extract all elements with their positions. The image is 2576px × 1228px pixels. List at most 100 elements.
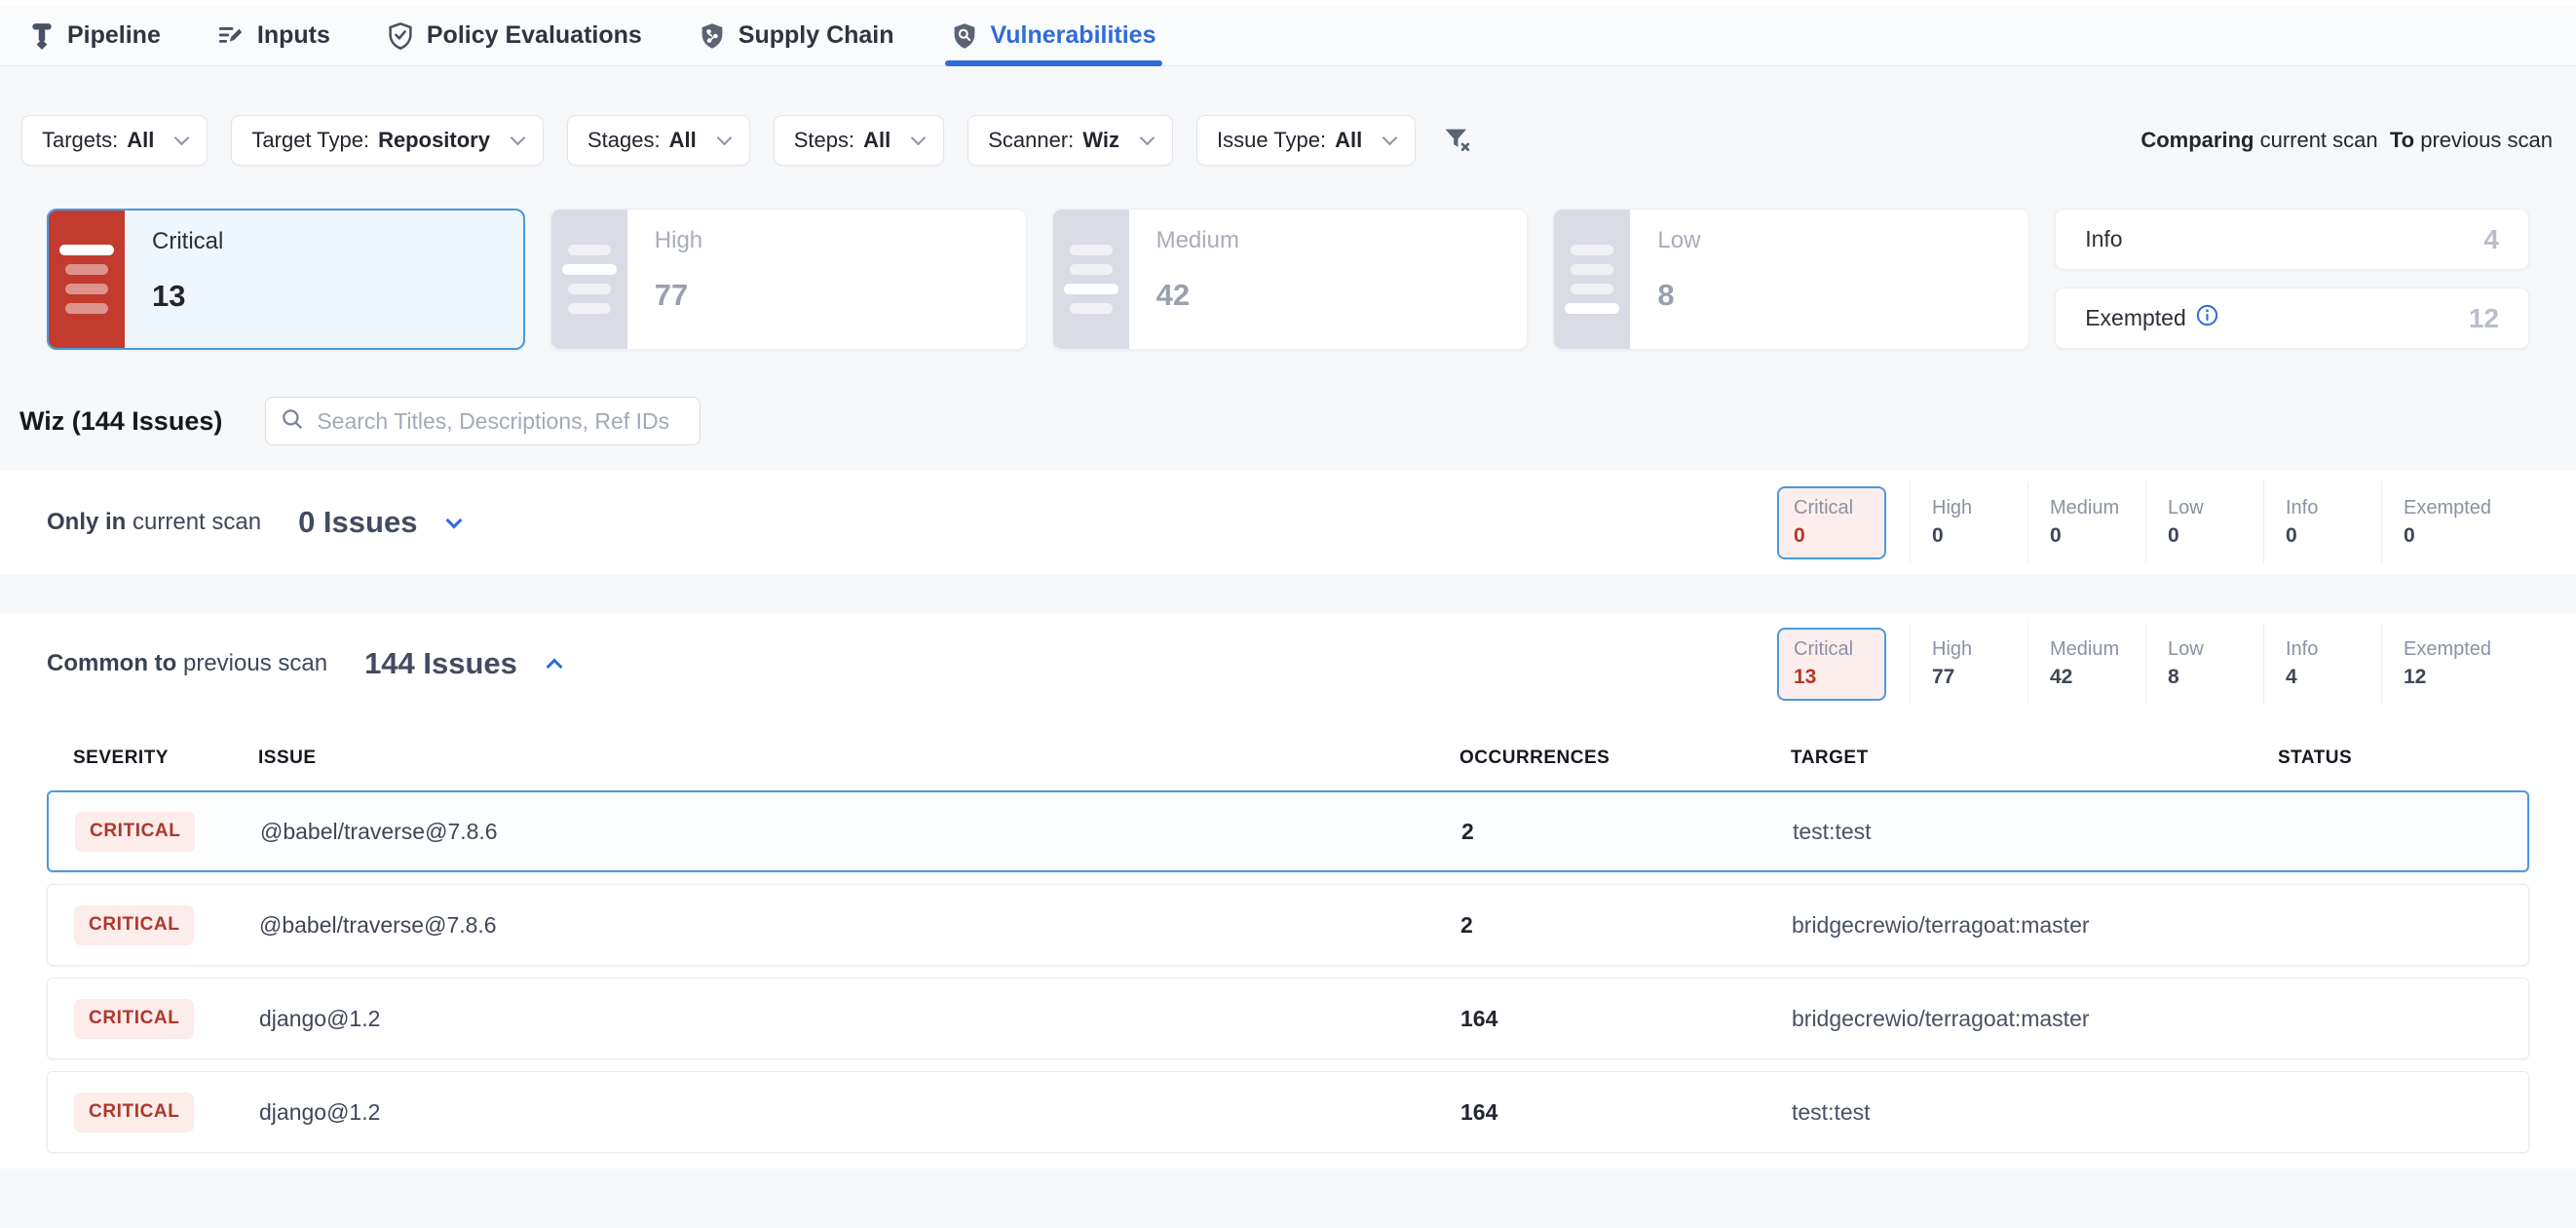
severity-card-low[interactable]: Low 8	[1553, 209, 2029, 350]
chevron-down-icon	[911, 131, 927, 146]
tab-pipeline[interactable]: Pipeline	[29, 6, 161, 65]
comparing-to-bold: To	[2390, 128, 2414, 152]
comparing-text: Comparing current scan To previous scan	[2140, 128, 2553, 153]
target-cell: bridgecrewio/terragoat:master	[1792, 912, 2279, 939]
filter-value: All	[1335, 128, 1362, 153]
count-exempted: Exempted 0	[2381, 481, 2529, 563]
filter-scanner[interactable]: Scanner: Wiz	[967, 115, 1173, 166]
severity-card-count: 13	[152, 279, 223, 314]
severity-card-count: 77	[655, 278, 702, 313]
count-medium: Medium 0	[2027, 481, 2145, 563]
table-row[interactable]: CRITICAL @babel/traverse@7.8.6 2 test:te…	[47, 790, 2529, 872]
severity-card-label: Low	[1657, 227, 1700, 254]
table-row[interactable]: CRITICAL django@1.2 164 test:test	[47, 1071, 2529, 1153]
count-value: 0	[2404, 524, 2529, 548]
severity-card-label: High	[655, 227, 702, 254]
group-issues-toggle[interactable]: 0 Issues	[298, 505, 460, 540]
info-card[interactable]: Info 4	[2055, 209, 2529, 270]
group-title: Only in current scan	[47, 509, 261, 536]
severity-level-icon	[551, 210, 627, 349]
search-box[interactable]	[265, 397, 701, 445]
target-cell: test:test	[1792, 1099, 2279, 1126]
count-label: Critical	[1794, 497, 1884, 519]
chevron-down-icon	[716, 131, 732, 146]
count-critical[interactable]: Critical 0	[1777, 486, 1886, 559]
scanner-header-row: Wiz (144 Issues)	[0, 397, 2576, 445]
count-info: Info 4	[2263, 623, 2381, 705]
severity-card-medium[interactable]: Medium 42	[1052, 209, 1529, 350]
count-value: 4	[2286, 666, 2381, 689]
target-cell: bridgecrewio/terragoat:master	[1792, 1006, 2279, 1032]
table-row[interactable]: CRITICAL @babel/traverse@7.8.6 2 bridgec…	[47, 884, 2529, 966]
filter-targets[interactable]: Targets: All	[21, 115, 208, 166]
group-issues-count: 0 Issues	[298, 505, 417, 540]
tab-policy-evaluations[interactable]: Policy Evaluations	[387, 6, 642, 65]
count-label: Low	[2168, 497, 2263, 519]
exempted-card-count: 12	[2469, 303, 2499, 334]
pipeline-icon	[29, 22, 55, 50]
issue-cell: django@1.2	[259, 1006, 1460, 1032]
tab-label: Supply Chain	[739, 21, 894, 50]
group-title-scope: current scan	[133, 509, 261, 535]
chevron-down-icon	[174, 131, 190, 146]
severity-level-icon	[1053, 210, 1129, 349]
vulnerabilities-page: Pipeline Inputs Policy Evaluations Suppl…	[0, 0, 2576, 1228]
count-label: Info	[2286, 497, 2381, 519]
group-issues-toggle[interactable]: 144 Issues	[364, 646, 560, 681]
chevron-down-icon	[511, 131, 526, 146]
count-value: 8	[2168, 666, 2263, 689]
filter-target-type[interactable]: Target Type: Repository	[231, 115, 544, 166]
filter-stages[interactable]: Stages: All	[567, 115, 750, 166]
exempted-card[interactable]: Exempted 12	[2055, 288, 2529, 349]
group-issues-count: 144 Issues	[364, 646, 517, 681]
issue-cell: django@1.2	[259, 1099, 1460, 1126]
severity-card-high[interactable]: High 77	[550, 209, 1027, 350]
table-row[interactable]: CRITICAL django@1.2 164 bridgecrewio/ter…	[47, 978, 2529, 1059]
occurrences-cell: 164	[1460, 1006, 1792, 1032]
count-low: Low 8	[2145, 623, 2263, 705]
severity-card-critical[interactable]: Critical 13	[47, 209, 525, 350]
count-exempted: Exempted 12	[2381, 623, 2529, 705]
filter-value: All	[863, 128, 890, 153]
policy-shield-check-icon	[387, 21, 414, 51]
severity-badge: CRITICAL	[74, 905, 194, 945]
search-input[interactable]	[317, 408, 686, 435]
filter-row: Targets: All Target Type: Repository Sta…	[0, 115, 2576, 166]
side-cards-column: Info 4 Exempted 12	[2055, 209, 2529, 350]
comparing-current: current scan	[2260, 128, 2378, 152]
info-icon[interactable]	[2196, 304, 2218, 332]
count-value: 0	[2286, 524, 2381, 548]
count-value: 77	[1932, 666, 2027, 689]
count-value: 42	[2050, 666, 2145, 689]
count-medium: Medium 42	[2027, 623, 2145, 705]
severity-badge: CRITICAL	[75, 812, 195, 852]
tab-supply-chain[interactable]: Supply Chain	[699, 6, 894, 65]
filter-issue-type[interactable]: Issue Type: All	[1196, 115, 1416, 166]
column-header-issue: ISSUE	[258, 748, 1459, 769]
count-value: 13	[1794, 666, 1884, 689]
tab-inputs[interactable]: Inputs	[217, 6, 330, 65]
count-critical[interactable]: Critical 13	[1777, 628, 1886, 701]
filter-label: Steps:	[794, 128, 854, 153]
tab-vulnerabilities[interactable]: Vulnerabilities	[951, 6, 1156, 65]
group-severity-counts: Critical 0 High 0 Medium 0 Low 0 Info 0 …	[1777, 481, 2529, 563]
clear-filters-icon[interactable]	[1441, 124, 1474, 157]
count-info: Info 0	[2263, 481, 2381, 563]
count-label: Exempted	[2404, 638, 2529, 661]
column-header-status: STATUS	[2278, 748, 2529, 769]
count-high: High 0	[1910, 481, 2027, 563]
issues-table: CRITICAL @babel/traverse@7.8.6 2 test:te…	[0, 790, 2576, 1153]
occurrences-cell: 2	[1461, 819, 1793, 845]
only-current-scan-section: Only in current scan 0 Issues Critical 0…	[0, 471, 2576, 574]
tab-label: Policy Evaluations	[427, 21, 642, 50]
common-previous-header: Common to previous scan 144 Issues Criti…	[0, 613, 2576, 714]
vulnerabilities-shield-search-icon	[951, 21, 978, 51]
info-card-label: Info	[2085, 226, 2122, 252]
column-header-severity: SEVERITY	[73, 748, 258, 769]
severity-card-label: Critical	[152, 228, 223, 255]
column-header-target: TARGET	[1791, 748, 2278, 769]
count-label: Low	[2168, 638, 2263, 661]
filter-steps[interactable]: Steps: All	[774, 115, 945, 166]
severity-card-count: 8	[1657, 278, 1700, 313]
count-value: 0	[2050, 524, 2145, 548]
